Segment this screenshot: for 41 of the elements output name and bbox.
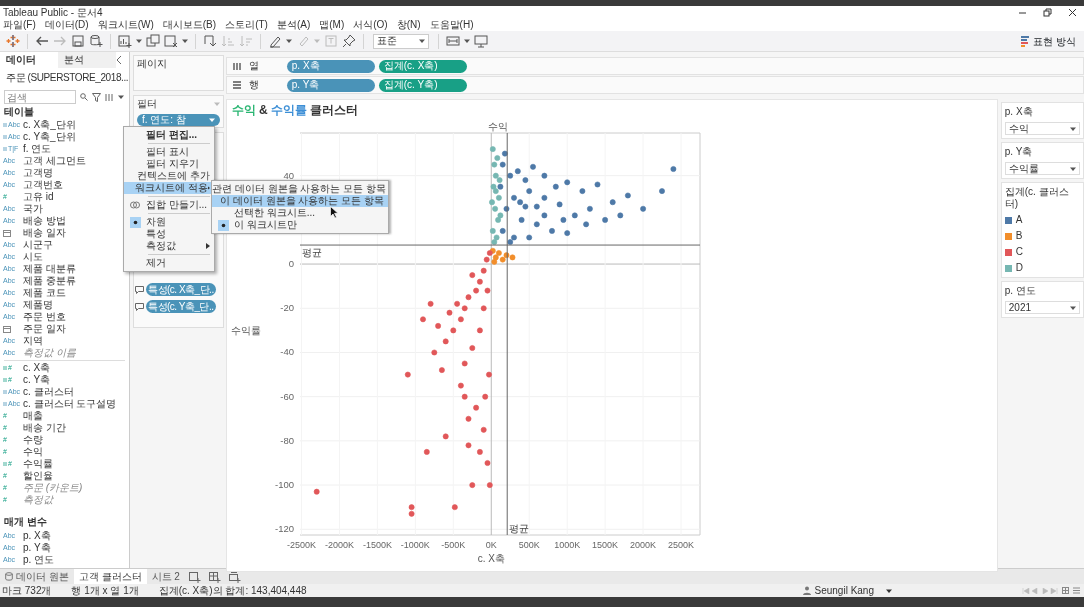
y-tick-label: -60 (280, 390, 294, 402)
legend-label: A (1015, 214, 1023, 226)
x-tick-label: 500K (518, 540, 540, 550)
x-tick-label: 2000K (629, 540, 656, 550)
y-tick-label: 40 (283, 169, 294, 181)
x-tick-label: -1000K (400, 540, 430, 550)
x-tick-label: 0K (485, 540, 497, 550)
x-tick-label: -1500K (362, 540, 392, 550)
status-text: 마크 732개 (2, 584, 52, 597)
y-tick-label: -100 (274, 479, 294, 491)
legend-label: B (1015, 230, 1023, 242)
chart-title: 수익 & 수익률 클러스터 (230, 102, 360, 119)
section-header: 매개 변수 (3, 516, 48, 529)
x-tick-label: -2500K (286, 540, 316, 550)
card-title: 페이지 (137, 58, 168, 70)
x-axis-title: c. X축 (477, 553, 505, 564)
legend-label: C (1015, 246, 1023, 258)
legend-title: 집계(c. 클러스터) (1004, 186, 1070, 210)
x-tick-label: -2000K (324, 540, 354, 550)
section-header: 테이블 (3, 106, 35, 119)
legend-title: p. Y축 (1004, 146, 1034, 158)
x-tick-label: -500K (441, 540, 466, 550)
status-text: 집계(c. X축)의 합계: 143,404,448 (158, 584, 307, 597)
x-tick-label: 1500K (591, 540, 618, 550)
status-text: 행 1개 x 열 1개 (71, 584, 139, 597)
y-tick-label: -80 (280, 434, 294, 446)
y-tick-label: 0 (288, 258, 294, 270)
y-axis-title: 수익률 (230, 325, 261, 336)
column-header: 수익 (488, 121, 509, 132)
x-tick-label: 1000K (553, 540, 580, 550)
x-tick-label: 2500K (667, 540, 694, 550)
reference-label: 평균 (509, 523, 529, 534)
y-tick-label: -20 (280, 302, 294, 314)
y-tick-label: -120 (274, 523, 294, 535)
window-title: Tableau Public - 문서4 (3, 6, 103, 19)
y-tick-label: -40 (280, 346, 294, 358)
legend-title: p. 연도 (1004, 285, 1037, 297)
legend-title: p. X축 (1004, 106, 1034, 118)
reference-label: 평균 (301, 247, 322, 259)
legend-label: D (1015, 262, 1023, 274)
card-title: 필터 (137, 98, 157, 110)
